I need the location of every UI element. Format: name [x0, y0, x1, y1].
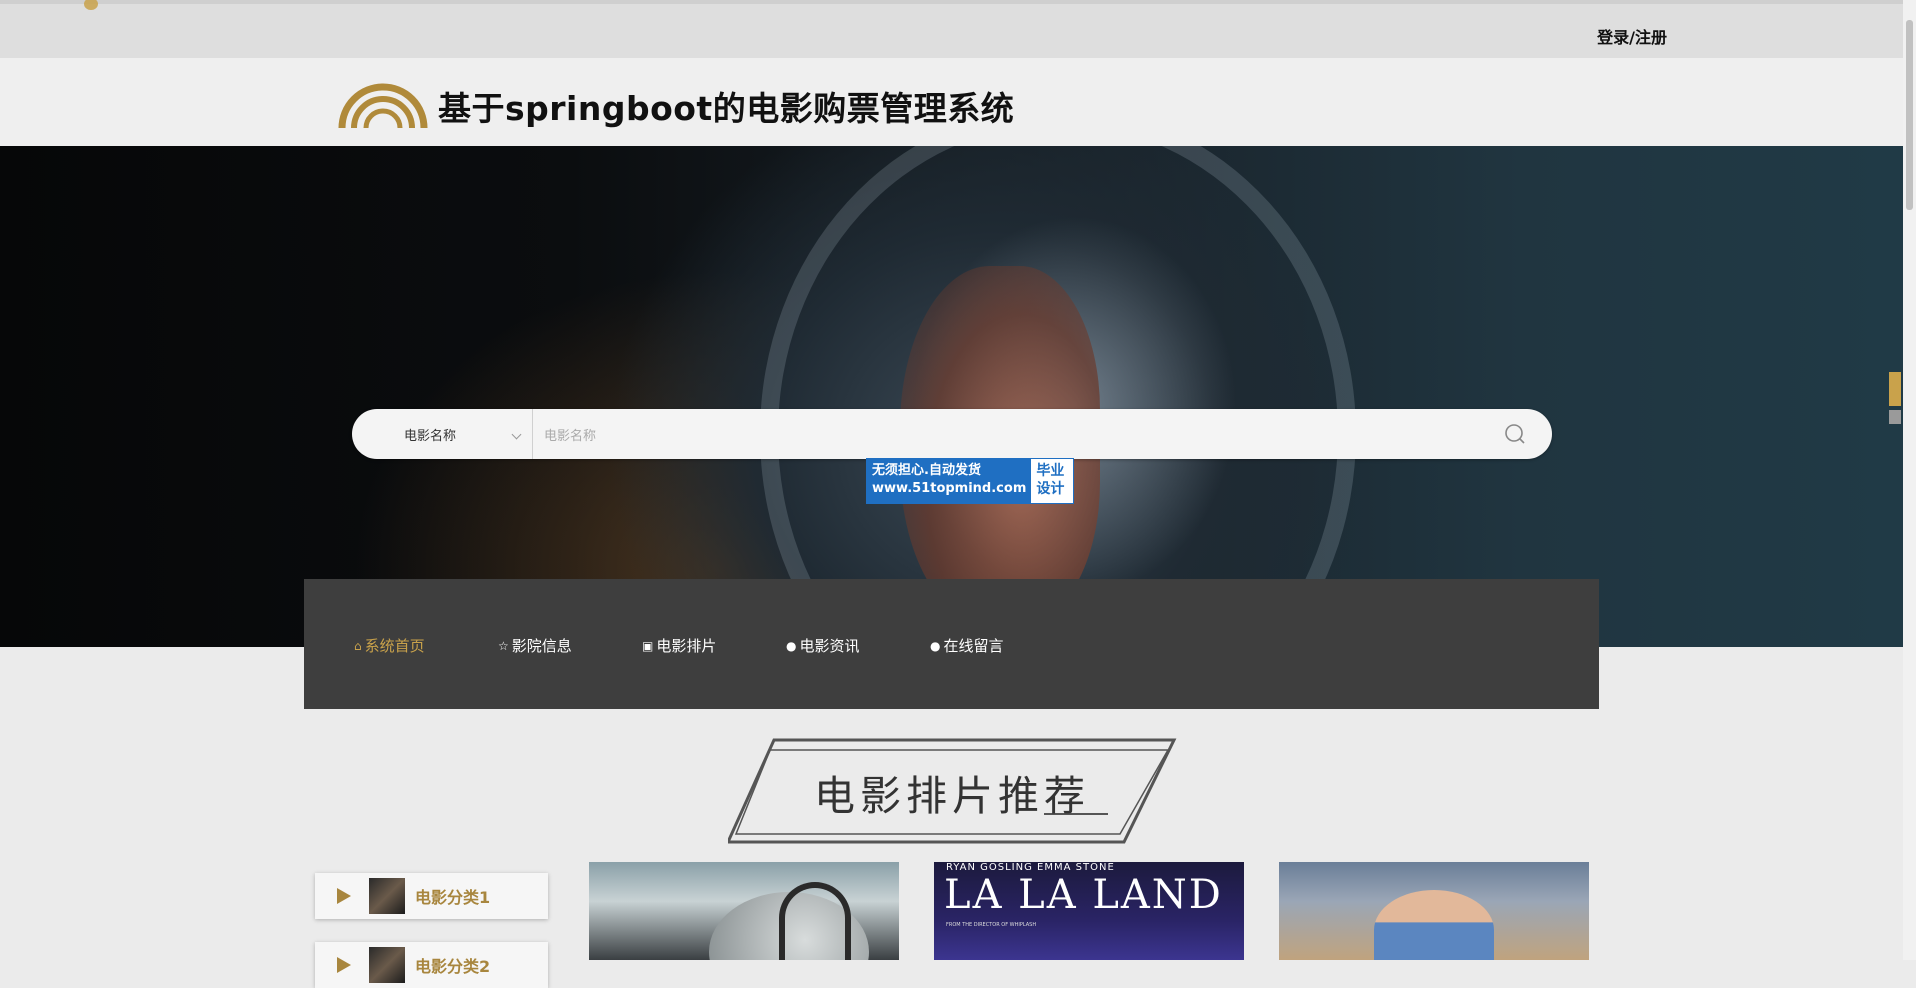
scrollbar[interactable]: [1903, 0, 1916, 960]
bag-icon: ▣: [642, 638, 654, 653]
category-label: 电影分类2: [415, 957, 491, 976]
scrollbar-thumb[interactable]: [1906, 20, 1913, 210]
search-type-select[interactable]: 电影名称: [382, 409, 533, 459]
side-float-tab[interactable]: [1889, 410, 1901, 424]
nav-item-label: 电影资讯: [799, 637, 860, 655]
poster-title: LA LA LAND: [944, 872, 1223, 918]
nav-item-label: 系统首页: [364, 637, 425, 655]
top-bar: 登录/注册: [0, 0, 1903, 58]
site-header: 基于springboot的电影购票管理系统: [0, 58, 1903, 147]
nav-item-messages[interactable]: ● 在线留言: [930, 635, 1004, 656]
mouse-cursor-icon: [84, 0, 98, 10]
search-input[interactable]: [542, 419, 1446, 451]
category-thumbnail: [369, 878, 405, 914]
movie-poster[interactable]: [1279, 862, 1589, 960]
search-icon[interactable]: [1504, 423, 1526, 445]
watermark-line1: 无须担心.自动发货: [872, 463, 981, 478]
watermark-badge: 无须担心.自动发货 www.51topmind.com 毕业 设计: [866, 458, 1075, 504]
section-title: 电影排片推荐: [814, 772, 1090, 820]
main-nav: ⌂ 系统首页 ☆ 影院信息 ▣ 电影排片 ● 电影资讯 ● 在线留言: [304, 579, 1599, 709]
hero-banner: [0, 146, 1903, 647]
chevron-down-icon: [511, 429, 522, 440]
home-icon: ⌂: [354, 638, 362, 653]
category-thumbnail: [369, 947, 405, 983]
nav-item-label: 电影排片: [656, 637, 717, 655]
nav-item-label: 影院信息: [511, 637, 572, 655]
nav-item-cinema[interactable]: ☆ 影院信息: [498, 635, 572, 656]
section-title-frame: 电影排片推荐: [728, 736, 1178, 844]
login-register-link[interactable]: 登录/注册: [1597, 24, 1667, 48]
watermark-line2: www.51topmind.com: [872, 481, 1027, 496]
category-label: 电影分类1: [415, 888, 491, 907]
watermark-badge2: 设计: [1036, 481, 1065, 497]
poster-figure: [1374, 890, 1494, 960]
question-icon: ●: [930, 638, 941, 653]
site-title: 基于springboot的电影购票管理系统: [438, 89, 1015, 128]
nav-item-news[interactable]: ● 电影资讯: [786, 635, 860, 656]
star-icon: ☆: [498, 638, 509, 653]
nav-item-label: 在线留言: [943, 637, 1004, 655]
nav-item-schedule[interactable]: ▣ 电影排片: [642, 635, 716, 656]
category-item[interactable]: 电影分类2: [315, 942, 548, 988]
info-icon: ●: [786, 638, 797, 653]
category-item[interactable]: 电影分类1: [315, 873, 548, 919]
side-float-tab[interactable]: [1889, 372, 1901, 406]
arrow-right-icon: [337, 888, 351, 904]
watermark-badge1: 毕业: [1036, 463, 1065, 479]
movie-poster[interactable]: [589, 862, 899, 960]
search-bar: 电影名称: [352, 409, 1552, 459]
movie-poster[interactable]: RYAN GOSLING EMMA STONE LA LA LAND FROM …: [934, 862, 1244, 960]
search-type-label: 电影名称: [404, 428, 457, 444]
poster-tagline: FROM THE DIRECTOR OF WHIPLASH: [946, 922, 1037, 928]
headphones-shape: [779, 882, 851, 960]
nav-item-home[interactable]: ⌂ 系统首页: [354, 635, 425, 656]
logo-icon: [338, 83, 428, 129]
arrow-right-icon: [337, 957, 351, 973]
